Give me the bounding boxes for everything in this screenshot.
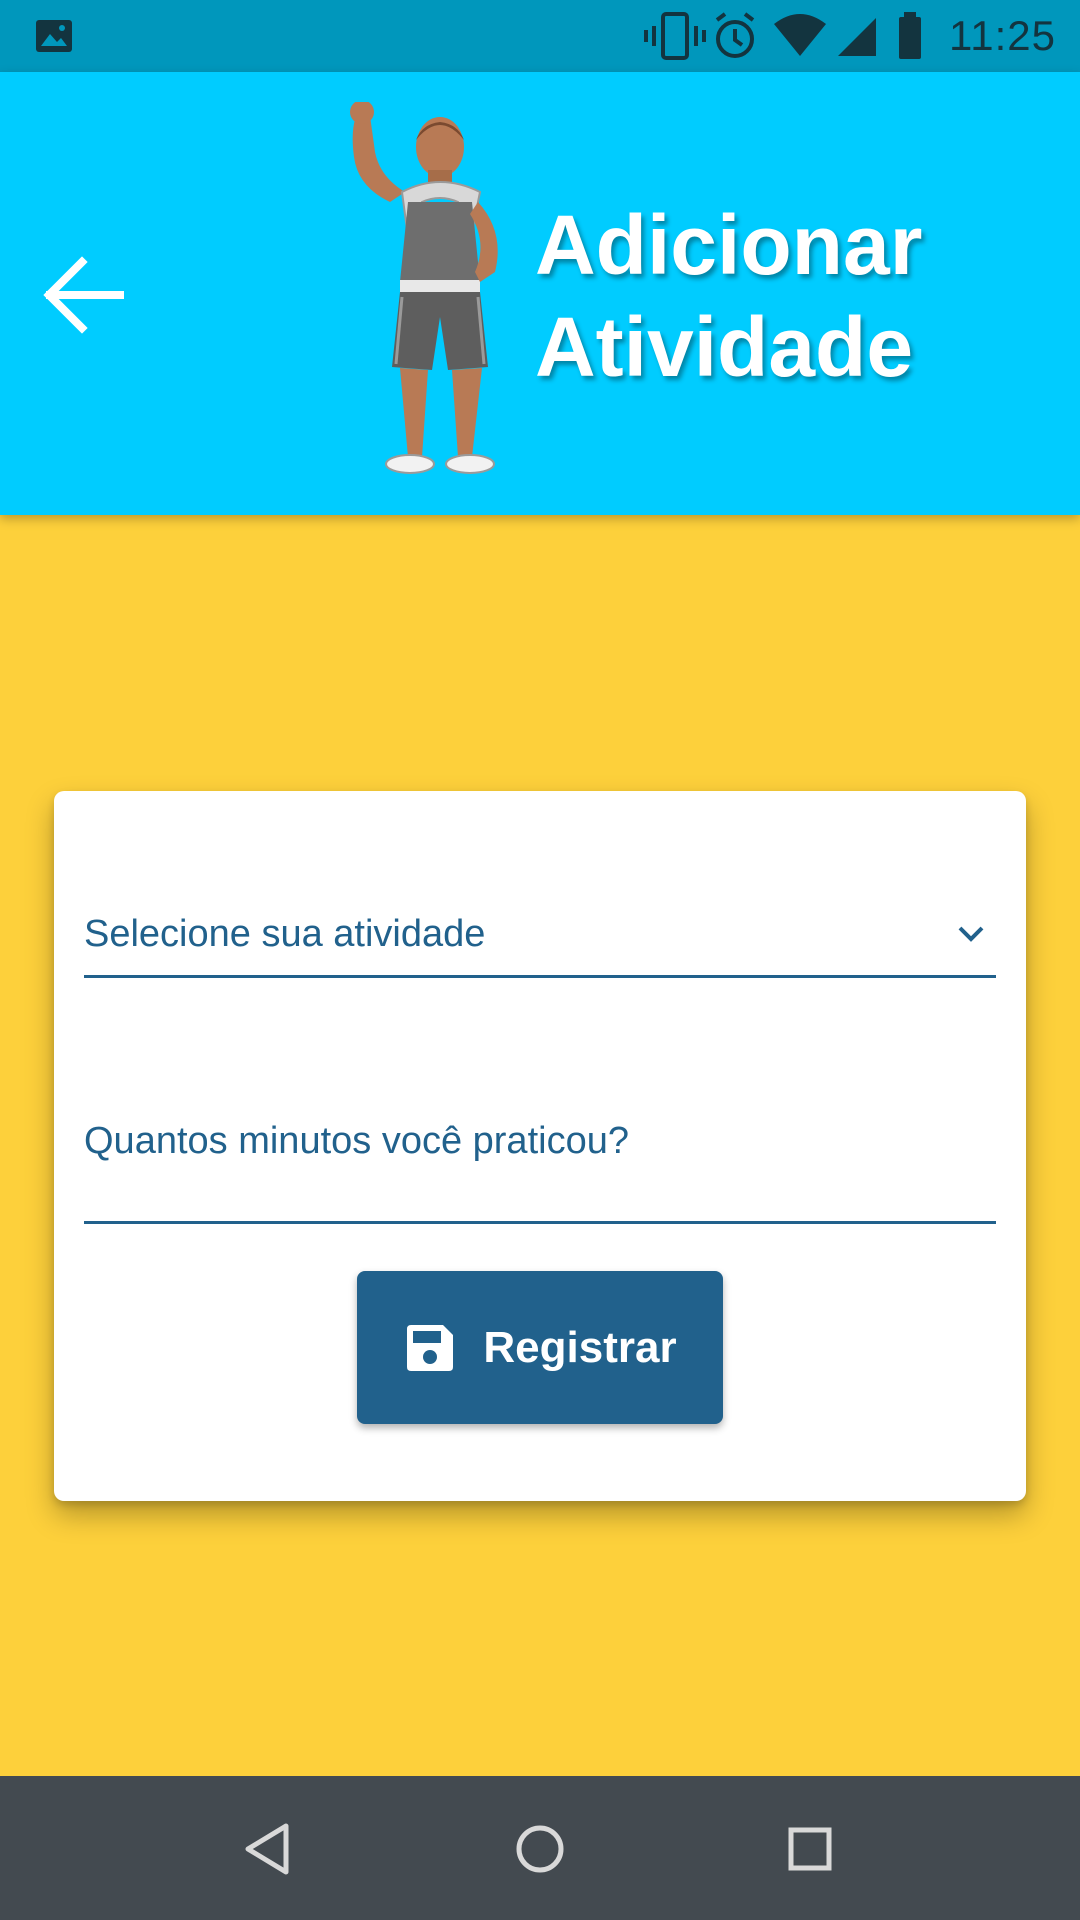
chevron-down-icon[interactable]: [954, 917, 988, 951]
minutes-input[interactable]: [84, 1111, 996, 1171]
wifi-icon: [774, 14, 826, 56]
status-time: 11:25: [949, 12, 1056, 59]
signal-icon: [838, 18, 876, 56]
app-header: Adicionar Atividade: [0, 72, 1080, 515]
home-circle-icon[interactable]: [505, 1814, 575, 1884]
back-triangle-icon[interactable]: [234, 1814, 304, 1884]
arrow-left-icon[interactable]: [40, 250, 130, 340]
status-bar: 11:25: [0, 0, 1080, 72]
floppy-save-icon: [407, 1324, 454, 1371]
alarm-icon: [715, 12, 755, 58]
page-title: Adicionar Atividade: [535, 194, 923, 398]
activity-select-value: Selecione sua atividade: [84, 913, 486, 955]
activity-form-card: Selecione sua atividade Registrar: [54, 791, 1026, 1501]
page-title-line-1: Adicionar: [535, 198, 923, 292]
register-button-label: Registrar: [483, 1322, 677, 1372]
minutes-field: [84, 1111, 996, 1224]
vibrate-icon: [644, 12, 706, 60]
image-icon: [36, 20, 72, 52]
system-nav-bar: [0, 1776, 1080, 1920]
activity-select[interactable]: Selecione sua atividade: [84, 909, 996, 978]
fitness-mascot-image: [350, 102, 498, 474]
battery-icon: [899, 12, 921, 59]
recents-square-icon[interactable]: [775, 1814, 845, 1884]
page-title-line-2: Atividade: [535, 300, 914, 394]
register-button[interactable]: Registrar: [357, 1271, 723, 1424]
